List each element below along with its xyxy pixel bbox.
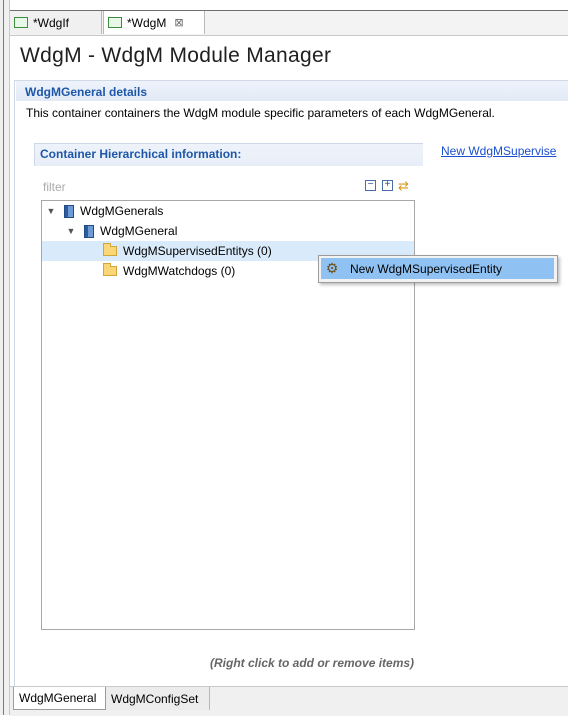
hint-text: (Right click to add or remove items) <box>210 656 415 670</box>
chevron-down-icon[interactable]: ▼ <box>46 206 56 216</box>
editor-tab-bar: *WdgIf *WdgM ⊠ <box>10 10 568 36</box>
collapse-all-icon[interactable]: − <box>365 180 376 191</box>
tab-label: *WdgM <box>127 15 167 30</box>
tree-item-label: WdgMGenerals <box>80 204 164 218</box>
menu-item-new-supervised-entity[interactable]: ⚙ New WdgMSupervisedEntity <box>321 258 554 279</box>
expand-all-icon[interactable]: + <box>382 180 393 191</box>
gear-icon: ⚙ <box>325 260 339 276</box>
tree-item-label: WdgMGeneral <box>100 224 178 238</box>
close-icon[interactable]: ⊠ <box>174 16 183 29</box>
tab-wdgmgeneral[interactable]: WdgMGeneral <box>13 687 106 710</box>
book-icon <box>84 224 94 238</box>
editor-file-icon <box>14 17 28 28</box>
tab-label: WdgMConfigSet <box>111 691 199 706</box>
details-title: WdgMGeneral details <box>25 85 148 99</box>
tab-label: *WdgIf <box>33 15 70 30</box>
chevron-down-icon[interactable]: ▼ <box>66 226 76 236</box>
new-supervised-entity-link[interactable]: New WdgMSupervise <box>441 144 556 158</box>
sync-icon[interactable]: ⇄ <box>398 178 409 194</box>
menu-item-label: New WdgMSupervisedEntity <box>350 261 503 276</box>
filter-input[interactable]: filter <box>43 180 66 194</box>
tree-item-wdgmgenerals[interactable]: ▼ WdgMGenerals <box>42 201 414 221</box>
tree-item-label: WdgMSupervisedEntitys (0) <box>123 244 272 258</box>
tree-item-wdgmgeneral[interactable]: ▼ WdgMGeneral <box>42 221 414 241</box>
tab-wdgm[interactable]: *WdgM ⊠ <box>103 11 205 34</box>
left-gutter <box>0 0 10 715</box>
details-description: This container containers the WdgM modul… <box>26 106 495 120</box>
page-title: WdgM - WdgM Module Manager <box>20 44 332 67</box>
tab-wdgif[interactable]: *WdgIf <box>10 11 102 34</box>
hierarchy-title: Container Hierarchical information: <box>40 147 242 161</box>
tree-item-label: WdgMWatchdogs (0) <box>123 264 236 278</box>
gutter-divider <box>3 0 4 715</box>
book-icon <box>64 204 74 218</box>
tab-label: WdgMGeneral <box>19 691 97 705</box>
editor-file-icon <box>108 17 122 28</box>
folder-icon <box>103 243 117 256</box>
tab-wdgmconfigset[interactable]: WdgMConfigSet <box>106 687 210 710</box>
folder-icon <box>103 263 117 276</box>
